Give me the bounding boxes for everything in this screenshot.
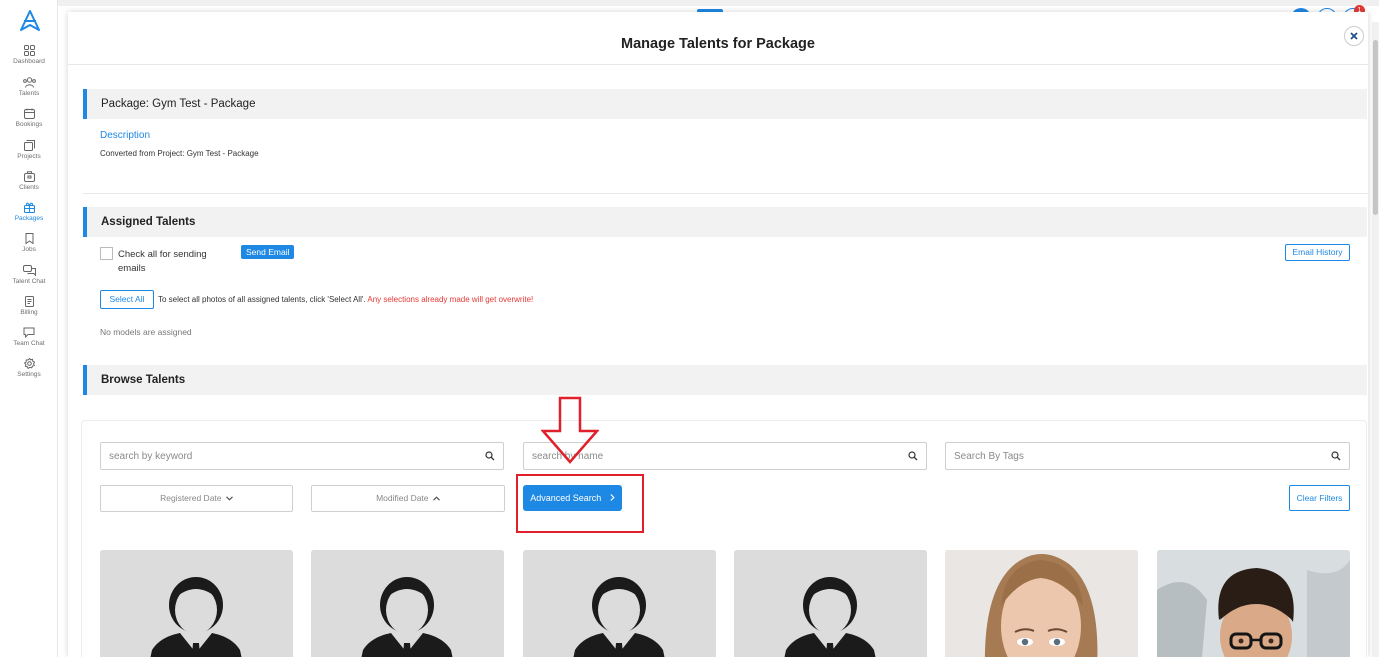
sidebar-item-label: Dashboard bbox=[13, 58, 45, 65]
package-section-header: Package: Gym Test - Package bbox=[83, 89, 1367, 119]
annotation-highlight-box bbox=[516, 474, 644, 533]
talent-card[interactable] bbox=[311, 550, 504, 657]
placeholder-avatar-icon bbox=[734, 550, 927, 657]
placeholder-avatar-icon bbox=[311, 550, 504, 657]
talent-chat-icon bbox=[22, 265, 36, 276]
package-heading: Package: Gym Test - Package bbox=[101, 98, 256, 110]
sidebar-item-talent-chat[interactable]: Talent Chat bbox=[0, 265, 58, 285]
talent-card[interactable] bbox=[100, 550, 293, 657]
registered-date-sort-button[interactable]: Registered Date bbox=[100, 485, 293, 512]
section-divider bbox=[83, 193, 1368, 194]
clear-filters-button[interactable]: Clear Filters bbox=[1289, 485, 1350, 511]
modal-title: Manage Talents for Package bbox=[621, 36, 815, 52]
packages-icon bbox=[23, 202, 35, 213]
background-top-bar bbox=[58, 0, 1379, 6]
talents-icon bbox=[22, 77, 36, 88]
placeholder-avatar-icon bbox=[523, 550, 716, 657]
send-email-button[interactable]: Send Email bbox=[241, 245, 295, 259]
sidebar-item-label: Projects bbox=[17, 153, 41, 160]
search-icon[interactable] bbox=[908, 451, 918, 461]
description-text: Converted from Project: Gym Test - Packa… bbox=[100, 149, 259, 158]
select-all-button[interactable]: Select All bbox=[100, 290, 154, 309]
sidebar-item-team-chat[interactable]: Team Chat bbox=[0, 327, 58, 347]
sidebar-item-bookings[interactable]: Bookings bbox=[0, 108, 58, 128]
email-history-button[interactable]: Email History bbox=[1285, 244, 1350, 261]
annotation-arrow-down-icon bbox=[541, 396, 599, 464]
talent-card[interactable] bbox=[734, 550, 927, 657]
description-label: Description bbox=[100, 130, 151, 141]
man-glasses-portrait-photo bbox=[1157, 550, 1350, 657]
dashboard-icon bbox=[23, 45, 35, 56]
modified-date-label: Modified Date bbox=[376, 493, 429, 503]
sidebar-item-talents[interactable]: Talents bbox=[0, 77, 58, 97]
search-icon[interactable] bbox=[485, 451, 495, 461]
sidebar: Dashboard Talents Bookings Projects Clie… bbox=[0, 0, 58, 657]
sidebar-item-packages[interactable]: Packages bbox=[0, 202, 58, 222]
clients-icon bbox=[23, 171, 35, 182]
talent-card[interactable] bbox=[523, 550, 716, 657]
tags-search-input[interactable] bbox=[946, 443, 1349, 469]
sidebar-item-projects[interactable]: Projects bbox=[0, 140, 58, 160]
sidebar-item-label: Talents bbox=[18, 90, 40, 97]
projects-icon bbox=[23, 140, 35, 151]
browse-heading: Browse Talents bbox=[101, 374, 186, 386]
placeholder-avatar-icon bbox=[100, 550, 293, 657]
close-button[interactable] bbox=[1344, 26, 1364, 46]
title-divider bbox=[68, 64, 1368, 65]
sidebar-item-jobs[interactable]: Jobs bbox=[0, 233, 58, 253]
registered-date-label: Registered Date bbox=[160, 493, 222, 503]
sidebar-item-label: Billing bbox=[20, 309, 38, 316]
sidebar-item-label: Jobs bbox=[22, 246, 36, 253]
no-models-text: No models are assigned bbox=[100, 327, 192, 337]
manage-talents-modal: Manage Talents for Package Package: Gym … bbox=[68, 12, 1368, 657]
check-all-checkbox[interactable] bbox=[100, 247, 113, 260]
browse-section-header: Browse Talents bbox=[83, 365, 1367, 395]
sidebar-item-label: Settings bbox=[17, 371, 41, 378]
sidebar-item-label: Clients bbox=[19, 184, 39, 191]
assigned-section-header: Assigned Talents bbox=[83, 207, 1367, 237]
chevron-up-icon bbox=[432, 496, 440, 501]
settings-icon bbox=[23, 358, 35, 369]
scrollbar-thumb[interactable] bbox=[1373, 40, 1378, 215]
sidebar-item-label: Packages bbox=[14, 215, 44, 222]
select-warning-text: Any selections already made will get ove… bbox=[367, 295, 534, 304]
sidebar-item-label: Bookings bbox=[15, 121, 43, 128]
assigned-heading: Assigned Talents bbox=[101, 216, 196, 228]
talent-card[interactable] bbox=[945, 550, 1138, 657]
keyword-search-box bbox=[100, 442, 504, 470]
search-icon[interactable] bbox=[1331, 451, 1341, 461]
keyword-search-input[interactable] bbox=[101, 443, 503, 469]
sidebar-item-billing[interactable]: Billing bbox=[0, 296, 58, 316]
team-chat-icon bbox=[23, 327, 35, 338]
sidebar-item-clients[interactable]: Clients bbox=[0, 171, 58, 191]
bookings-icon bbox=[23, 108, 35, 119]
sidebar-item-label: Team Chat bbox=[13, 340, 45, 347]
sidebar-item-dashboard[interactable]: Dashboard bbox=[0, 45, 58, 65]
sidebar-item-settings[interactable]: Settings bbox=[0, 358, 58, 378]
select-help-text: To select all photos of all assigned tal… bbox=[158, 295, 366, 304]
select-all-help: To select all photos of all assigned tal… bbox=[158, 295, 533, 304]
woman-portrait-photo bbox=[945, 550, 1138, 657]
jobs-icon bbox=[25, 233, 33, 244]
sidebar-item-label: Talent Chat bbox=[12, 278, 46, 285]
check-all-label: Check all for sending emails bbox=[118, 249, 207, 274]
app-logo-icon[interactable] bbox=[19, 10, 41, 32]
modified-date-sort-button[interactable]: Modified Date bbox=[311, 485, 505, 512]
tags-search-box bbox=[945, 442, 1350, 470]
billing-icon bbox=[24, 296, 34, 307]
talent-card[interactable] bbox=[1157, 550, 1350, 657]
chevron-down-icon bbox=[225, 496, 233, 501]
close-icon bbox=[1350, 32, 1358, 40]
